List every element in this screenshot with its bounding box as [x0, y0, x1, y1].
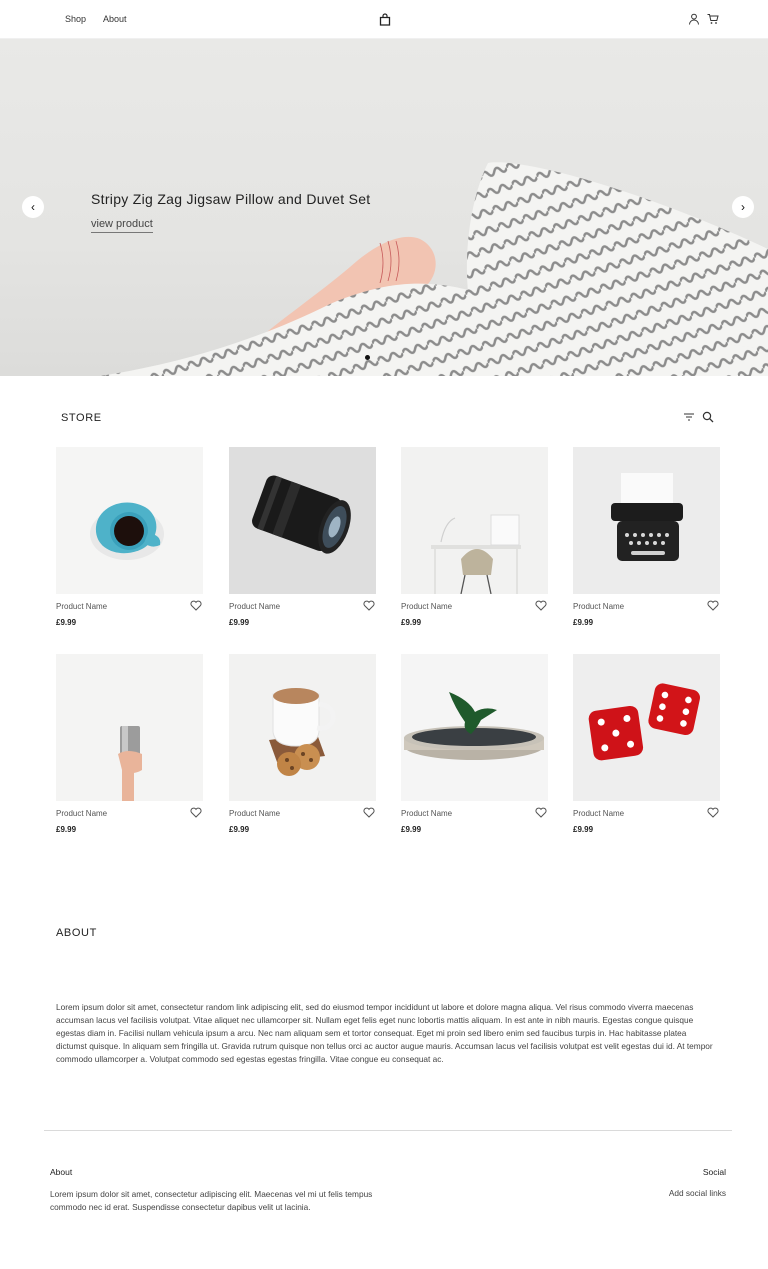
- product-image-spinning-top[interactable]: [401, 654, 548, 801]
- product-card[interactable]: Product Name £9.99: [229, 654, 376, 844]
- hero-title: Stripy Zig Zag Jigsaw Pillow and Duvet S…: [91, 191, 371, 207]
- nav-shop-link[interactable]: Shop: [65, 14, 86, 24]
- product-price: £9.99: [56, 825, 77, 834]
- heart-icon[interactable]: [190, 807, 202, 818]
- product-image-desk-chair[interactable]: [401, 447, 548, 594]
- store-heading: STORE: [61, 412, 102, 424]
- site-header: Shop About: [0, 0, 768, 39]
- product-card[interactable]: Product Name £9.99: [56, 447, 203, 637]
- view-product-link[interactable]: view product: [91, 218, 153, 233]
- about-heading: ABOUT: [56, 927, 97, 939]
- product-image-camera-lens[interactable]: [229, 447, 376, 594]
- heart-icon[interactable]: [707, 600, 719, 611]
- heart-icon[interactable]: [535, 600, 547, 611]
- product-price: £9.99: [56, 618, 77, 627]
- product-card[interactable]: Product Name £9.99: [401, 447, 548, 637]
- product-price: £9.99: [401, 618, 422, 627]
- search-icon[interactable]: [702, 411, 714, 423]
- prev-slide-button[interactable]: ‹: [22, 196, 44, 218]
- product-name: Product Name: [573, 602, 625, 611]
- heart-icon[interactable]: [707, 807, 719, 818]
- product-name: Product Name: [229, 602, 281, 611]
- product-image-typewriter[interactable]: [573, 447, 720, 594]
- product-name: Product Name: [56, 809, 108, 818]
- hero-slider: Stripy Zig Zag Jigsaw Pillow and Duvet S…: [0, 39, 768, 376]
- cart-icon[interactable]: [707, 13, 719, 25]
- product-card[interactable]: Product Name £9.99: [229, 447, 376, 637]
- user-icon[interactable]: [688, 13, 700, 25]
- product-name: Product Name: [229, 809, 281, 818]
- product-card[interactable]: Product Name £9.99: [401, 654, 548, 844]
- product-name: Product Name: [573, 809, 625, 818]
- hero-image: [100, 162, 768, 376]
- footer-social-heading: Social: [702, 1167, 726, 1177]
- next-slide-button[interactable]: ›: [732, 196, 754, 218]
- product-name: Product Name: [56, 602, 108, 611]
- product-price: £9.99: [573, 825, 594, 834]
- add-social-links[interactable]: Add social links: [669, 1188, 726, 1198]
- product-price: £9.99: [401, 825, 422, 834]
- heart-icon[interactable]: [190, 600, 202, 611]
- footer-about-text: Lorem ipsum dolor sit amet, consectetur …: [50, 1189, 373, 1212]
- chevron-left-icon: ‹: [31, 200, 35, 214]
- product-image-coffee-cup[interactable]: [56, 447, 203, 594]
- heart-icon[interactable]: [363, 807, 375, 818]
- about-text: Lorem ipsum dolor sit amet, consectetur …: [56, 1002, 713, 1064]
- product-name: Product Name: [401, 602, 453, 611]
- heart-icon[interactable]: [535, 807, 547, 818]
- product-price: £9.99: [229, 825, 250, 834]
- product-price: £9.99: [573, 618, 594, 627]
- product-name: Product Name: [401, 809, 453, 818]
- heart-icon[interactable]: [363, 600, 375, 611]
- filter-icon[interactable]: [683, 411, 695, 423]
- nav-about-link[interactable]: About: [103, 14, 127, 24]
- slide-indicator-dot[interactable]: [365, 355, 370, 360]
- footer-divider: [44, 1130, 732, 1131]
- product-image-tea-cookies[interactable]: [229, 654, 376, 801]
- shopping-bag-icon[interactable]: [379, 13, 391, 26]
- product-image-hand-cup[interactable]: [56, 654, 203, 801]
- footer-about-heading: About: [50, 1167, 73, 1177]
- product-image-red-dice[interactable]: [573, 654, 720, 801]
- product-card[interactable]: Product Name £9.99: [573, 447, 720, 637]
- chevron-right-icon: ›: [741, 200, 745, 214]
- product-card[interactable]: Product Name £9.99: [573, 654, 720, 844]
- product-card[interactable]: Product Name £9.99: [56, 654, 203, 844]
- product-price: £9.99: [229, 618, 250, 627]
